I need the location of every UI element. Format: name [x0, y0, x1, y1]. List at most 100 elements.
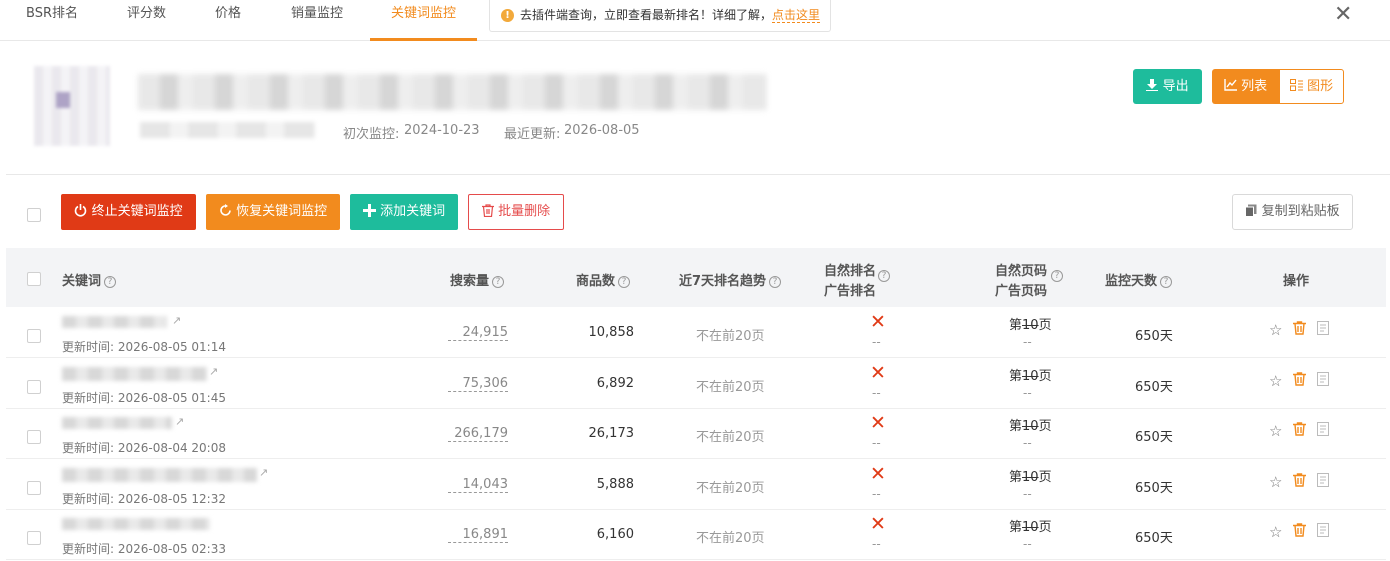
ad-page: --	[1023, 436, 1032, 450]
page-number: 10	[1022, 369, 1039, 384]
search-volume[interactable]: 266,179	[448, 426, 508, 442]
export-button[interactable]: 导出	[1133, 69, 1202, 104]
share-icon[interactable]: ↗	[175, 415, 184, 428]
updated-time: 更新时间: 2026-08-05 12:32	[62, 492, 226, 506]
document-icon	[1317, 523, 1329, 537]
list-view-label: 列表	[1241, 79, 1268, 94]
search-volume[interactable]: 14,043	[448, 477, 508, 493]
copy-icon	[1245, 204, 1257, 217]
search-volume[interactable]: 75,306	[448, 376, 508, 392]
ad-page: --	[1023, 335, 1032, 349]
search-volume[interactable]: 16,891	[448, 527, 508, 543]
detail-icon[interactable]	[1317, 473, 1329, 491]
stop-monitor-button[interactable]: 终止关键词监控	[61, 194, 196, 230]
star-icon[interactable]: ☆	[1269, 321, 1282, 339]
select-all-checkbox[interactable]	[27, 208, 41, 222]
page-number: 10	[1022, 520, 1039, 535]
row-checkbox[interactable]	[27, 329, 41, 343]
detail-icon[interactable]	[1317, 422, 1329, 440]
close-icon[interactable]: ✕	[1334, 2, 1352, 27]
row-checkbox[interactable]	[27, 380, 41, 394]
table-row: ↗ 更新时间: 2026-08-05 01:14 24,915 10,858 不…	[6, 308, 1386, 358]
resume-monitor-label: 恢复关键词监控	[236, 204, 328, 219]
graph-view-button[interactable]: 图形	[1279, 69, 1344, 104]
detail-icon[interactable]	[1317, 523, 1329, 541]
table-header: 关键词? 搜索量? 商品数? 近7天排名趋势? 自然排名 广告排名 ? 自然页码…	[6, 248, 1386, 307]
monitor-days: 650天	[1135, 329, 1173, 344]
keyword-text[interactable]	[62, 417, 172, 429]
search-volume[interactable]: 24,915	[448, 325, 508, 341]
document-icon	[1317, 321, 1329, 335]
detail-icon[interactable]	[1317, 372, 1329, 390]
row-checkbox[interactable]	[27, 430, 41, 444]
delete-icon[interactable]	[1293, 372, 1306, 390]
notice-link[interactable]: 点击这里	[772, 8, 821, 23]
table-row: 更新时间: 2026-08-05 02:33 16,891 6,160 不在前2…	[6, 510, 1386, 560]
delete-icon[interactable]	[1293, 321, 1306, 339]
grid-icon	[1289, 79, 1303, 91]
batch-delete-label: 批量删除	[498, 204, 551, 219]
header-checkbox[interactable]	[27, 272, 41, 286]
star-icon[interactable]: ☆	[1269, 473, 1282, 491]
copy-to-clipboard-button[interactable]: 复制到粘贴板	[1232, 194, 1353, 230]
stop-monitor-label: 终止关键词监控	[91, 204, 183, 219]
help-icon[interactable]: ?	[878, 270, 890, 282]
not-ranked-icon: ✕	[870, 311, 886, 333]
product-count: 26,173	[588, 426, 635, 441]
rank-trend: 不在前20页	[696, 329, 765, 344]
product-count: 6,892	[596, 376, 634, 391]
resume-monitor-button[interactable]: 恢复关键词监控	[206, 194, 340, 230]
monitor-days: 650天	[1135, 481, 1173, 496]
page-prefix: 第	[1009, 419, 1023, 434]
ad-page: --	[1023, 487, 1032, 501]
list-view-button[interactable]: 列表	[1212, 69, 1279, 104]
tab-rating-count[interactable]: 评分数	[127, 0, 166, 41]
ad-rank: --	[872, 436, 881, 450]
col-search-volume: 搜索量?	[450, 270, 505, 289]
share-icon[interactable]: ↗	[172, 314, 181, 327]
monitor-days: 650天	[1135, 430, 1173, 445]
help-icon[interactable]: ?	[1160, 276, 1173, 288]
delete-icon[interactable]	[1293, 422, 1306, 440]
page-number: 10	[1022, 318, 1039, 333]
row-checkbox[interactable]	[27, 481, 41, 495]
trash-icon	[481, 204, 494, 218]
detail-icon[interactable]	[1317, 321, 1329, 339]
delete-icon[interactable]	[1293, 523, 1306, 541]
warning-icon: !	[501, 9, 514, 22]
col-product-count-label: 商品数	[576, 274, 616, 289]
col-operation: 操作	[1283, 274, 1310, 289]
page-number: 10	[1022, 419, 1039, 434]
tab-bsr-rank[interactable]: BSR排名	[26, 0, 78, 41]
tab-keyword-monitor[interactable]: 关键词监控	[391, 0, 456, 41]
delete-icon[interactable]	[1293, 473, 1306, 491]
keyword-text[interactable]	[62, 316, 167, 328]
plus-icon	[362, 204, 376, 217]
keyword-text[interactable]	[62, 468, 257, 482]
col-natural-rank: 自然排名	[824, 264, 877, 279]
trash-icon	[1293, 422, 1306, 436]
star-icon[interactable]: ☆	[1269, 372, 1282, 390]
row-checkbox[interactable]	[27, 531, 41, 545]
page-number: 10	[1022, 470, 1039, 485]
keyword-text[interactable]	[62, 518, 210, 530]
page-prefix: 第	[1009, 520, 1023, 535]
natural-page: 第10页	[1009, 466, 1052, 485]
help-icon[interactable]: ?	[1051, 270, 1063, 282]
ad-rank: --	[872, 386, 881, 400]
batch-delete-button[interactable]: 批量删除	[468, 194, 564, 230]
add-keyword-button[interactable]: 添加关键词	[350, 194, 458, 230]
help-icon[interactable]: ?	[618, 276, 631, 288]
share-icon[interactable]: ↗	[259, 466, 268, 479]
help-icon[interactable]: ?	[769, 276, 782, 288]
share-icon[interactable]: ↗	[209, 365, 218, 378]
tab-price[interactable]: 价格	[215, 0, 241, 41]
help-icon[interactable]: ?	[492, 276, 505, 288]
help-icon[interactable]: ?	[104, 276, 117, 288]
col-keyword-label: 关键词	[62, 274, 102, 289]
tab-sales-monitor[interactable]: 销量监控	[291, 0, 343, 41]
star-icon[interactable]: ☆	[1269, 422, 1282, 440]
keyword-text[interactable]	[62, 367, 207, 381]
star-icon[interactable]: ☆	[1269, 523, 1282, 541]
export-label: 导出	[1162, 79, 1189, 94]
